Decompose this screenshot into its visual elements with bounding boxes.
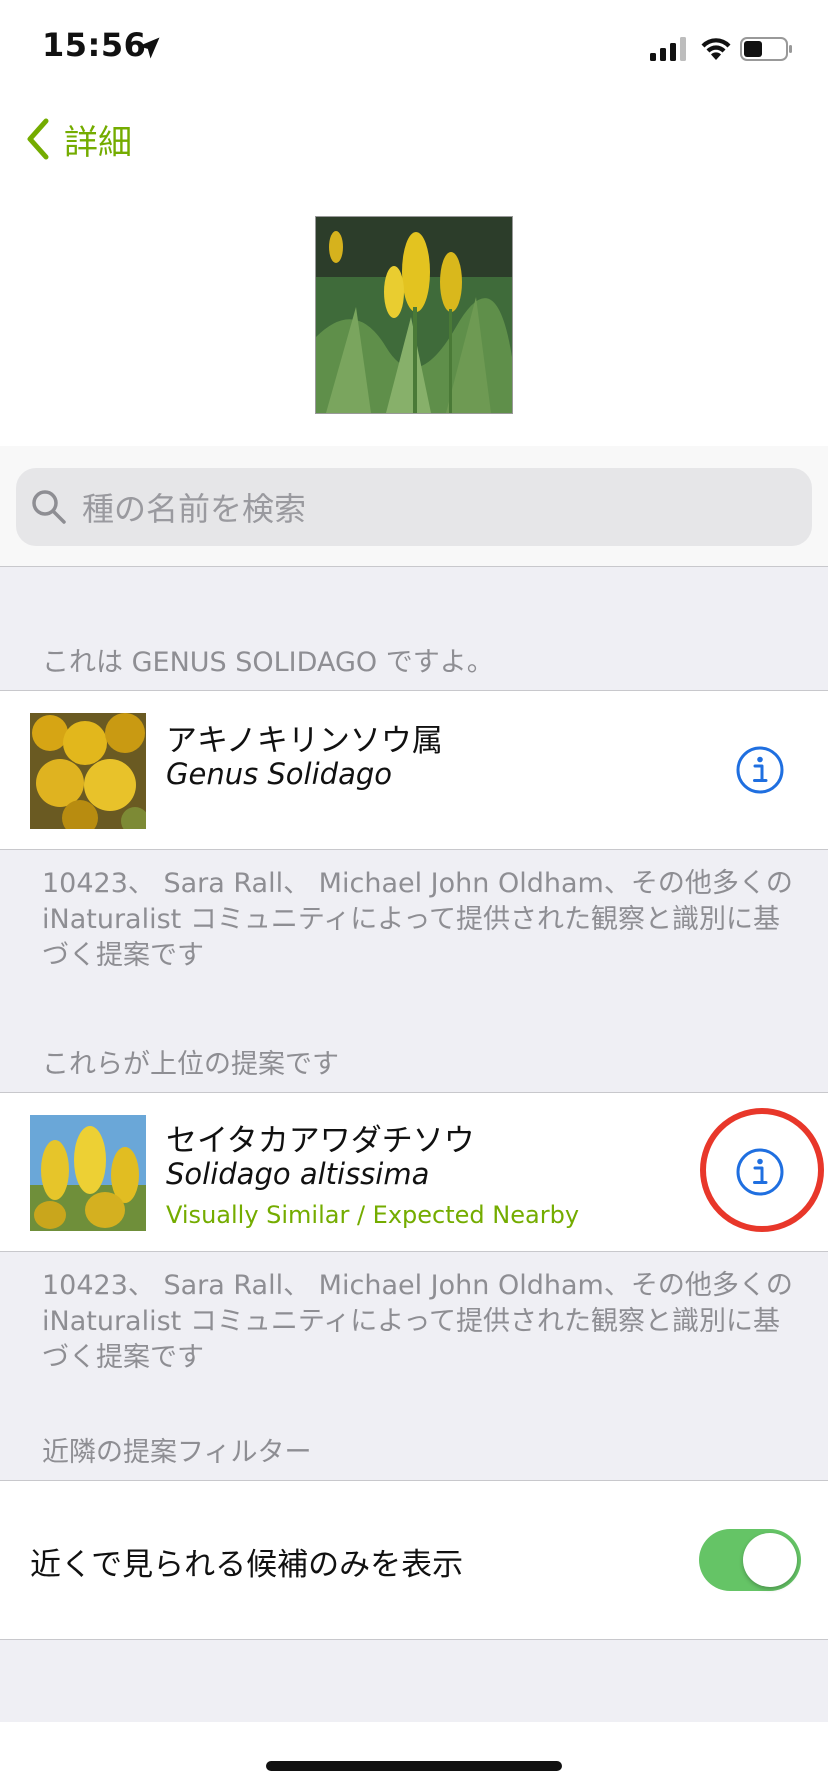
back-label: 詳細 bbox=[64, 122, 132, 163]
battery-icon bbox=[740, 37, 792, 61]
nearby-filter-toggle[interactable] bbox=[699, 1529, 801, 1591]
species-attribution: 10423、 Sara Rall、 Michael John Oldham、その… bbox=[42, 1270, 793, 1373]
top-suggestions-header: これらが上位の提案です bbox=[42, 1049, 339, 1080]
nearby-filter-row: 近くで見られる候補のみを表示 bbox=[0, 1480, 828, 1640]
back-button[interactable]: 詳細 bbox=[24, 112, 132, 166]
genus-scientific-name: Genus Solidago bbox=[166, 757, 392, 791]
genus-suggestion-row[interactable]: アキノキリンソウ属 Genus Solidago bbox=[0, 690, 828, 850]
genus-thumbnail bbox=[30, 713, 146, 829]
species-thumbnail bbox=[30, 1115, 146, 1231]
chevron-left-icon bbox=[27, 118, 49, 160]
cellular-signal-icon bbox=[650, 37, 686, 61]
wifi-icon bbox=[701, 38, 731, 60]
status-time: 15:56 bbox=[42, 26, 147, 64]
genus-section-header: これは GENUS SOLIDAGO ですよ。 bbox=[42, 647, 494, 678]
search-placeholder: 種の名前を検索 bbox=[82, 490, 307, 528]
observation-photo[interactable] bbox=[315, 216, 513, 414]
location-arrow-icon bbox=[138, 37, 160, 59]
species-common-name: セイタカアワダチソウ bbox=[166, 1123, 475, 1159]
info-icon[interactable] bbox=[735, 745, 785, 795]
filter-section-header: 近隣の提案フィルター bbox=[42, 1437, 312, 1468]
genus-attribution: 10423、 Sara Rall、 Michael John Oldham、その… bbox=[42, 868, 793, 971]
search-icon bbox=[32, 490, 66, 524]
genus-common-name: アキノキリンソウ属 bbox=[166, 723, 443, 759]
goldenrod-photo bbox=[316, 217, 512, 413]
species-match-tag: Visually Similar / Expected Nearby bbox=[166, 1201, 580, 1229]
nearby-filter-label: 近くで見られる候補のみを表示 bbox=[30, 1547, 464, 1583]
highlight-circle bbox=[700, 1108, 824, 1232]
home-indicator[interactable] bbox=[266, 1761, 562, 1771]
toggle-knob bbox=[743, 1533, 797, 1587]
species-scientific-name: Solidago altissima bbox=[166, 1157, 430, 1191]
species-search-input[interactable]: 種の名前を検索 bbox=[16, 468, 812, 546]
bottom-safe-area bbox=[0, 1722, 828, 1792]
